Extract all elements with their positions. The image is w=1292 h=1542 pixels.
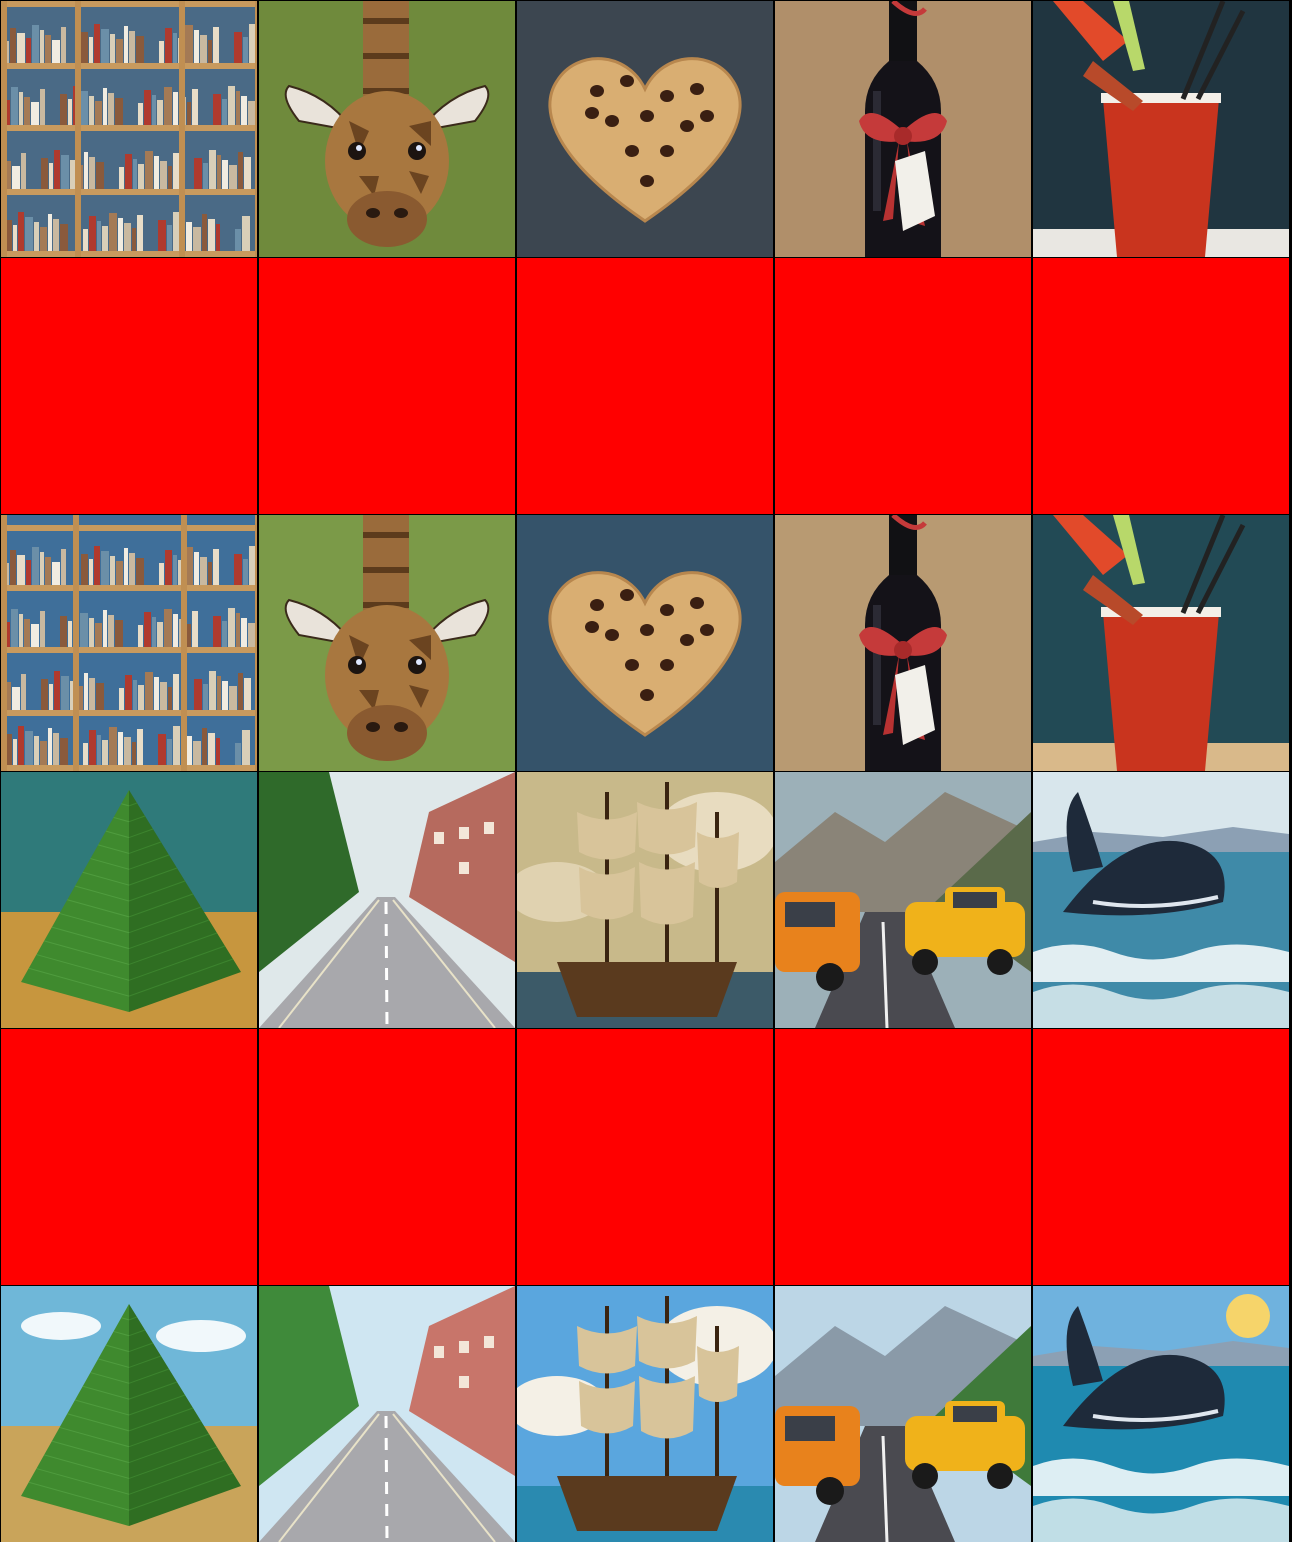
placeholder-tile xyxy=(1,1029,257,1285)
heart-cookie-image xyxy=(517,515,773,771)
placeholder-tile xyxy=(517,258,773,514)
sailing-ship-image xyxy=(517,1286,773,1542)
sailing-ship-image xyxy=(517,772,773,1028)
wine-bottle-bow-image xyxy=(775,515,1031,771)
placeholder-tile xyxy=(1033,1029,1289,1285)
heart-cookie-image xyxy=(517,1,773,257)
green-pyramid-illustration xyxy=(1,772,257,1028)
green-pyramid-illustration xyxy=(1,1286,257,1542)
bloody-mary-illustration xyxy=(1033,515,1289,771)
cars-on-road-illustration xyxy=(775,772,1031,1028)
bookshelf-image xyxy=(1,1,257,257)
heart-cookie-illustration xyxy=(517,1,773,257)
placeholder-tile xyxy=(1,258,257,514)
bloody-mary-image xyxy=(1033,515,1289,771)
wine-bottle-bow-illustration xyxy=(775,1,1031,257)
bloody-mary-illustration xyxy=(1033,1,1289,257)
green-pyramid-image xyxy=(1,1286,257,1542)
city-street-image xyxy=(259,1286,515,1542)
sailing-ship-illustration xyxy=(517,772,773,1028)
cars-on-road-image xyxy=(775,772,1031,1028)
giraffe-image xyxy=(259,515,515,771)
image-grid xyxy=(0,0,1292,1542)
green-pyramid-image xyxy=(1,772,257,1028)
giraffe-illustration xyxy=(259,1,515,257)
placeholder-tile xyxy=(775,258,1031,514)
placeholder-tile xyxy=(259,258,515,514)
breaching-whale-image xyxy=(1033,772,1289,1028)
placeholder-tile xyxy=(517,1029,773,1285)
giraffe-illustration xyxy=(259,515,515,771)
wine-bottle-bow-illustration xyxy=(775,515,1031,771)
breaching-whale-illustration xyxy=(1033,772,1289,1028)
heart-cookie-illustration xyxy=(517,515,773,771)
breaching-whale-illustration xyxy=(1033,1286,1289,1542)
bloody-mary-image xyxy=(1033,1,1289,257)
placeholder-tile xyxy=(259,1029,515,1285)
cars-on-road-image xyxy=(775,1286,1031,1542)
placeholder-tile xyxy=(1033,258,1289,514)
placeholder-tile xyxy=(775,1029,1031,1285)
bookshelf-illustration xyxy=(1,1,257,257)
bookshelf-illustration xyxy=(1,515,257,771)
city-street-illustration xyxy=(259,772,515,1028)
sailing-ship-illustration xyxy=(517,1286,773,1542)
breaching-whale-image xyxy=(1033,1286,1289,1542)
wine-bottle-bow-image xyxy=(775,1,1031,257)
giraffe-image xyxy=(259,1,515,257)
cars-on-road-illustration xyxy=(775,1286,1031,1542)
city-street-image xyxy=(259,772,515,1028)
bookshelf-image xyxy=(1,515,257,771)
city-street-illustration xyxy=(259,1286,515,1542)
